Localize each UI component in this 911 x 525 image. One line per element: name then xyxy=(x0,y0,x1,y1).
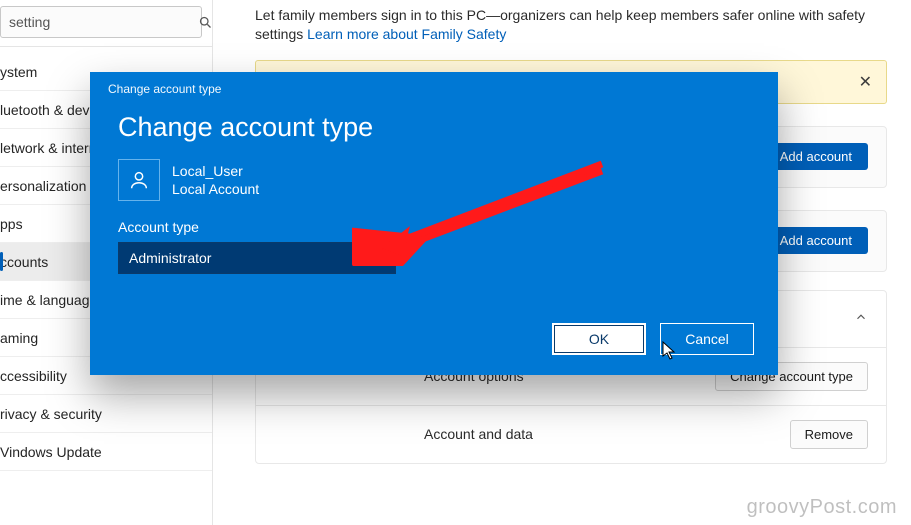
account-data-row: Account and data Remove xyxy=(256,405,886,463)
add-account-button[interactable]: Add account xyxy=(764,227,868,254)
account-type-dropdown[interactable]: Administrator xyxy=(118,242,396,274)
dialog-titlebar: Change account type xyxy=(90,72,778,96)
remove-button[interactable]: Remove xyxy=(790,420,868,449)
sidebar-item-privacy[interactable]: rivacy & security xyxy=(0,395,212,433)
cancel-button[interactable]: Cancel xyxy=(660,323,754,355)
sidebar-item-update[interactable]: Vindows Update xyxy=(0,433,212,471)
user-subtitle: Local Account xyxy=(172,180,259,198)
change-account-type-dialog: Change account type Change account type … xyxy=(90,72,778,375)
search-box[interactable] xyxy=(0,6,202,38)
learn-more-link[interactable]: Learn more about Family Safety xyxy=(307,26,506,42)
family-safety-intro: Let family members sign in to this PC—or… xyxy=(255,6,887,44)
user-avatar-icon xyxy=(118,159,160,201)
add-account-button[interactable]: Add account xyxy=(764,143,868,170)
search-input[interactable] xyxy=(1,10,198,34)
dropdown-selected: Administrator xyxy=(129,250,211,266)
account-type-label: Account type xyxy=(90,201,778,239)
search-icon xyxy=(198,15,213,30)
close-icon[interactable]: ✕ xyxy=(859,72,872,92)
dialog-heading: Change account type xyxy=(90,96,778,143)
chevron-up-icon xyxy=(854,310,868,327)
account-data-label: Account and data xyxy=(424,426,533,442)
chevron-down-icon xyxy=(374,251,385,265)
ok-button[interactable]: OK xyxy=(552,323,646,355)
user-name: Local_User xyxy=(172,162,259,180)
